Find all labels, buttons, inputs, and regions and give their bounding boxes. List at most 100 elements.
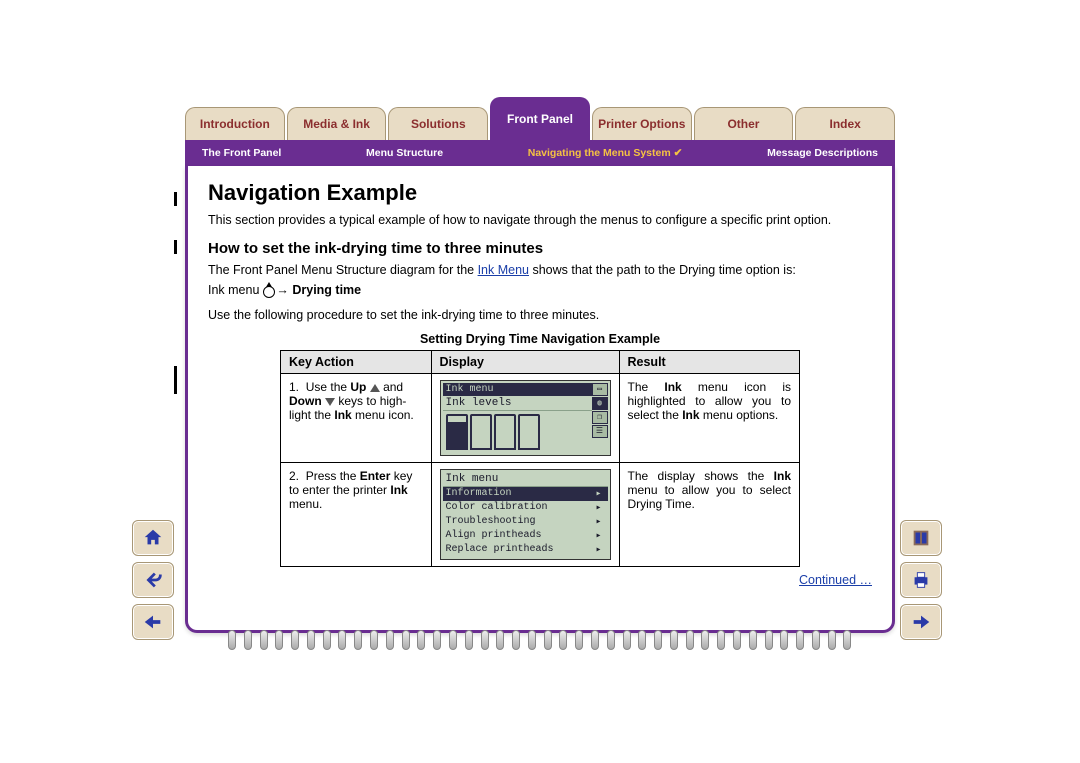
procedure-note: Use the following procedure to set the i… — [208, 308, 872, 322]
change-bar — [174, 240, 177, 254]
submenu-arrow-icon: ▸ — [595, 544, 601, 556]
table-header-row: Key Action Display Result — [281, 351, 800, 374]
right-button-column — [900, 520, 948, 640]
menu-text: Color calibration — [446, 502, 548, 514]
text: shows that the path to the Drying time o… — [529, 263, 796, 277]
prev-page-button[interactable] — [132, 604, 174, 640]
next-page-button[interactable] — [900, 604, 942, 640]
lcd-side-icons: ▭ ◍ ❐ ☰ — [592, 383, 608, 453]
text: The display shows the — [628, 469, 774, 483]
text-bold: Ink — [664, 380, 681, 394]
cartridge-icon — [518, 414, 540, 450]
print-icon — [910, 569, 932, 591]
lcd-header: Ink menu — [443, 472, 608, 487]
menu-text: Align printheads — [446, 530, 542, 542]
path-sentence: The Front Panel Menu Structure diagram f… — [208, 261, 872, 280]
section-subtitle: How to set the ink-drying time to three … — [208, 240, 872, 257]
tab-printer-options[interactable]: Printer Options — [592, 107, 692, 140]
subnav-front-panel[interactable]: The Front Panel — [194, 145, 289, 161]
left-button-column — [132, 520, 180, 640]
home-icon — [142, 527, 164, 549]
prev-page-icon — [142, 611, 164, 633]
tab-introduction[interactable]: Introduction — [185, 107, 285, 140]
display-cell: Ink menu Information ▸ Color calibration ▸… — [431, 463, 619, 567]
continued-link-wrap: Continued … — [208, 573, 872, 587]
text: The — [628, 380, 665, 394]
ink-icon: ◍ — [592, 397, 608, 410]
intro-text: This section provides a typical example … — [208, 212, 872, 230]
cartridge-icon — [494, 414, 516, 450]
text-bold: Enter — [360, 469, 391, 483]
sub-nav: The Front Panel Menu Structure Navigatin… — [185, 140, 895, 166]
cartridge-row — [443, 411, 592, 453]
table-row: 2. Press the Enter key to enter the prin… — [281, 463, 800, 567]
text: Ink menu — [208, 283, 263, 297]
cartridge-icon — [446, 414, 468, 450]
tab-index[interactable]: Index — [795, 107, 895, 140]
navigation-table: Key Action Display Result 1. Use the Up … — [280, 350, 800, 567]
lcd-menu-item: Information ▸ — [443, 487, 608, 501]
path-formula: Ink menu → Drying time — [208, 281, 872, 300]
text-bold: Ink — [334, 408, 351, 422]
down-arrow-icon — [325, 398, 335, 406]
lcd-title: Ink menu — [446, 384, 494, 395]
home-button[interactable] — [132, 520, 174, 556]
lcd-menu-item: Replace printheads ▸ — [443, 543, 608, 557]
result-cell: The Ink menu icon is highlighted to allo… — [619, 374, 800, 463]
lcd-screen: Ink menu Information ▸ Color calibration ▸… — [440, 469, 611, 560]
print-button[interactable] — [900, 562, 942, 598]
menu-text: Replace printheads — [446, 544, 554, 556]
lcd-text: Ink levels — [446, 397, 512, 409]
back-icon — [142, 569, 164, 591]
lcd-header: Ink menu — [443, 383, 592, 396]
printer-icon: ▭ — [592, 383, 608, 396]
menu-text: Troubleshooting — [446, 516, 536, 528]
tab-solutions[interactable]: Solutions — [388, 107, 488, 140]
subnav-messages[interactable]: Message Descriptions — [759, 145, 886, 161]
lcd-line: Ink levels — [443, 396, 592, 411]
change-bar — [174, 366, 177, 394]
submenu-arrow-icon: ▸ — [595, 502, 601, 514]
table-row: 1. Use the Up and Down keys to high­ligh… — [281, 374, 800, 463]
col-display: Display — [431, 351, 619, 374]
text: Press the — [306, 469, 360, 483]
tab-other[interactable]: Other — [694, 107, 794, 140]
text: Use the — [306, 380, 351, 394]
subnav-navigating[interactable]: Navigating the Menu System ✔ — [520, 145, 691, 161]
ink-menu-link[interactable]: Ink Menu — [478, 263, 529, 277]
text: menu. — [289, 497, 322, 511]
subnav-menu-structure[interactable]: Menu Structure — [358, 145, 451, 161]
page-title: Navigation Example — [208, 180, 872, 206]
text-bold: Down — [289, 394, 322, 408]
lcd-title: Ink menu — [446, 473, 499, 485]
submenu-arrow-icon: ▸ — [595, 488, 601, 500]
text: menu options. — [700, 408, 779, 422]
exit-button[interactable] — [900, 520, 942, 556]
text-bold: Ink — [774, 469, 791, 483]
text-bold: Ink — [390, 483, 407, 497]
result-cell: The display shows the Ink menu to allow … — [619, 463, 800, 567]
continued-link[interactable]: Continued … — [799, 573, 872, 587]
tab-front-panel[interactable]: Front Panel — [490, 97, 590, 140]
submenu-arrow-icon: ▸ — [595, 530, 601, 542]
submenu-arrow-icon: ▸ — [595, 516, 601, 528]
up-arrow-icon — [370, 384, 380, 392]
back-button[interactable] — [132, 562, 174, 598]
exit-icon — [910, 527, 932, 549]
content-panel: Navigation Example This section provides… — [185, 166, 895, 633]
cartridge-icon — [470, 414, 492, 450]
col-key-action: Key Action — [281, 351, 432, 374]
menu-text: Information — [446, 488, 512, 500]
lcd-screen: Ink menu Ink levels — [440, 380, 611, 456]
spiral-binding — [198, 630, 882, 652]
lcd-menu-item: Troubleshooting ▸ — [443, 515, 608, 529]
lcd-menu-item: Align printheads ▸ — [443, 529, 608, 543]
media-icon: ❐ — [592, 411, 608, 424]
tab-media-ink[interactable]: Media & Ink — [287, 107, 387, 140]
step-number: 1. — [289, 380, 299, 394]
arrow-text: → — [276, 283, 292, 297]
lcd-menu-item: Color calibration ▸ — [443, 501, 608, 515]
key-action-cell: 2. Press the Enter key to enter the prin… — [281, 463, 432, 567]
text: menu to allow you to select Drying Time. — [628, 483, 792, 511]
display-cell: Ink menu Ink levels — [431, 374, 619, 463]
